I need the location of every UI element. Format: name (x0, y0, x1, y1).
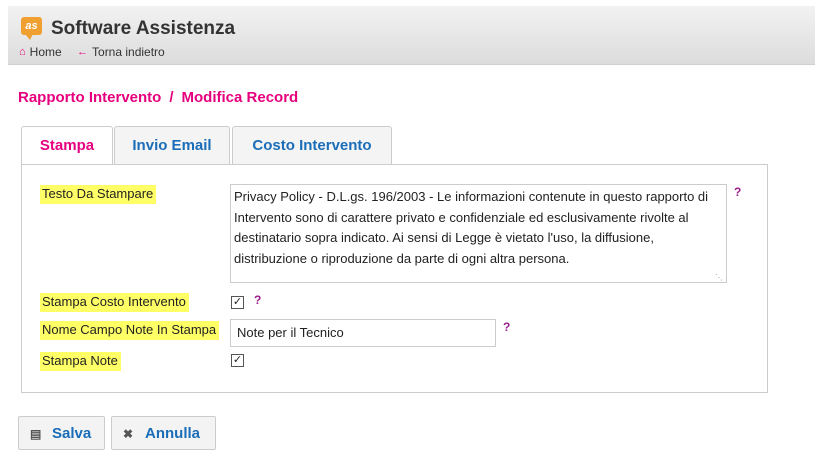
tab-stampa[interactable]: Stampa (21, 126, 113, 166)
save-label: Salva (52, 425, 92, 442)
stampa-panel: Testo Da Stampare Privacy Policy - D.L.g… (21, 164, 768, 393)
help-icon-stampa-costo[interactable]: ? (254, 293, 261, 307)
back-arrow-icon: ← (77, 46, 89, 59)
testo-textarea[interactable]: Privacy Policy - D.L.gs. 196/2003 - Le i… (230, 184, 727, 283)
testo-label: Testo Da Stampare (40, 185, 157, 204)
save-button[interactable]: ▤ Salva (18, 416, 105, 450)
breadcrumb-section[interactable]: Rapporto Intervento (18, 89, 161, 106)
save-icon: ▤ (30, 427, 42, 441)
home-icon: ⌂ (19, 46, 26, 59)
resize-grip-icon[interactable]: ⋱ (715, 274, 723, 282)
breadcrumb-page: Modifica Record (181, 89, 299, 106)
close-icon: ✖ (123, 427, 134, 441)
tab-invio-email[interactable]: Invio Email (114, 126, 230, 165)
stampa-costo-label: Stampa Costo Intervento (40, 293, 189, 312)
app-logo: as (21, 17, 42, 40)
nome-campo-input[interactable] (230, 319, 496, 347)
breadcrumb-separator: / (169, 89, 174, 106)
app-header: as Software Assistenza ⌂ Home ← Torna indi… (8, 6, 815, 65)
top-nav: ⌂ Home ← Torna indietro (19, 44, 177, 59)
breadcrumb: Rapporto Intervento / Modifica Record (18, 89, 298, 106)
tab-costo-intervento[interactable]: Costo Intervento (232, 126, 392, 165)
help-icon-testo[interactable]: ? (734, 185, 741, 199)
stampa-note-label: Stampa Note (40, 352, 121, 371)
help-icon-nome-campo[interactable]: ? (503, 320, 510, 334)
home-label: Home (29, 45, 62, 60)
back-link[interactable]: ← Torna indietro (77, 44, 165, 60)
home-link[interactable]: ⌂ Home (19, 44, 65, 60)
nome-campo-label: Nome Campo Note In Stampa (40, 321, 220, 340)
cancel-label: Annulla (145, 425, 200, 442)
stampa-costo-checkbox[interactable]: ✓ (231, 296, 244, 309)
cancel-button[interactable]: ✖ Annulla (111, 416, 216, 450)
stampa-note-checkbox[interactable]: ✓ (231, 354, 244, 367)
app-title: Software Assistenza (51, 18, 236, 39)
back-label: Torna indietro (92, 45, 165, 60)
